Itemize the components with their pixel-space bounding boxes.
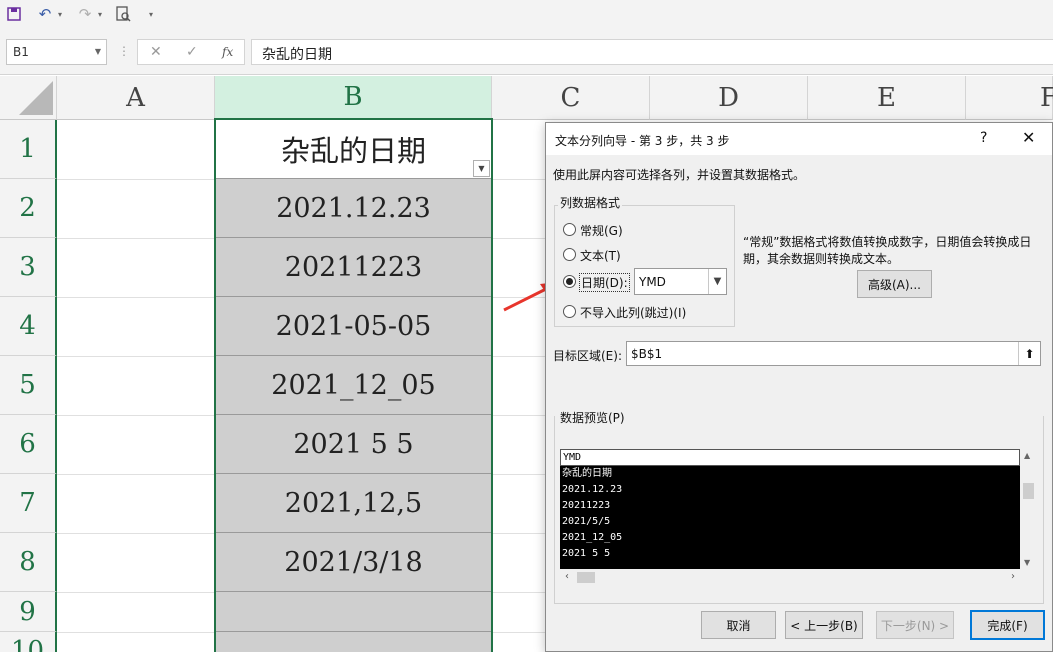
next-button[interactable]: 下一步(N) > <box>876 611 954 639</box>
cell-b4[interactable]: 2021-05-05 <box>215 297 492 356</box>
advanced-button[interactable]: 高级(A)... <box>857 270 932 298</box>
back-button[interactable]: < 上一步(B) <box>785 611 863 639</box>
dialog-instruction: 使用此屏内容可选择各列，并设置其数据格式。 <box>553 168 806 182</box>
date-format-select[interactable]: YMD ▼ <box>634 268 727 295</box>
formula-bar-separator: ⋮ <box>118 44 130 58</box>
scroll-left-icon[interactable]: ‹ <box>565 571 569 582</box>
format-description-line-2: 期，其余数据则转换成文本。 <box>743 252 900 266</box>
cell-b1[interactable]: 杂乱的日期 <box>215 120 492 179</box>
radio-general-label[interactable]: 常规(G) <box>580 222 623 239</box>
dialog-title: 文本分列向导 - 第 3 步，共 3 步 <box>555 134 730 148</box>
row-header-1[interactable]: 1 <box>0 120 57 179</box>
column-header-f[interactable]: F <box>966 76 1053 120</box>
target-area-value: $B$1 <box>631 347 663 361</box>
row-header-9[interactable]: 9 <box>0 592 57 632</box>
preview-row: 20211223 <box>562 500 611 511</box>
target-area-input[interactable]: $B$1 ⬆ <box>626 341 1041 366</box>
column-header-a[interactable]: A <box>57 76 215 120</box>
formula-input[interactable]: 杂乱的日期 <box>251 39 1053 65</box>
data-preview-label: 数据预览(P) <box>558 409 627 426</box>
row-header-5[interactable]: 5 <box>0 356 57 415</box>
check-icon[interactable]: ✓ <box>186 44 198 60</box>
radio-text[interactable] <box>563 248 576 261</box>
quick-access-toolbar: ↶ ▾ ↷ ▾ ▾ <box>0 0 1053 30</box>
filter-dropdown-icon[interactable]: ▼ <box>473 160 490 177</box>
radio-date-label[interactable]: 日期(D): <box>579 273 630 292</box>
gridline <box>492 120 493 652</box>
preview-vertical-scrollbar[interactable]: ▲ ▼ <box>1020 449 1037 569</box>
cell-b7[interactable]: 2021,12,5 <box>215 474 492 533</box>
print-preview-icon[interactable] <box>114 3 132 25</box>
chevron-down-icon[interactable]: ▼ <box>708 269 726 294</box>
row-header-4[interactable]: 4 <box>0 297 57 356</box>
radio-date[interactable] <box>563 275 576 288</box>
preview-column-header[interactable]: YMD <box>560 449 1020 466</box>
row-header-6[interactable]: 6 <box>0 415 57 474</box>
name-box-value: B1 <box>13 45 29 59</box>
help-icon[interactable]: ? <box>980 130 987 146</box>
redo-dropdown-icon[interactable]: ▾ <box>96 3 104 25</box>
scroll-thumb[interactable] <box>1023 483 1034 499</box>
row-header-10[interactable]: 10 <box>0 632 57 652</box>
collapse-dialog-icon[interactable]: ⬆ <box>1018 342 1040 365</box>
preview-row: 2021_12_05 <box>562 532 623 543</box>
column-format-group: 常规(G) 文本(T) 日期(D): 不导入此列(跳过)(I) <box>554 205 735 327</box>
preview-row: 2021.12.23 <box>562 484 623 495</box>
select-all-corner[interactable] <box>0 76 57 120</box>
column-header-d[interactable]: D <box>650 76 808 120</box>
preview-row: 杂乱的日期 <box>562 468 612 479</box>
cell-b10[interactable] <box>215 632 492 652</box>
radio-general[interactable] <box>563 223 576 236</box>
preview-row: 2021 5 5 <box>562 548 611 559</box>
format-description-line-1: “常规”数据格式将数值转换成数字，日期值会转换成日 <box>743 235 1032 249</box>
radio-skip-label[interactable]: 不导入此列(跳过)(I) <box>580 304 686 321</box>
row-header-3[interactable]: 3 <box>0 238 57 297</box>
text-to-columns-dialog: 文本分列向导 - 第 3 步，共 3 步 ? ✕ 使用此屏内容可选择各列，并设置… <box>545 122 1053 652</box>
data-preview-area[interactable]: 杂乱的日期 2021.12.23 20211223 2021/5/5 2021_… <box>560 449 1020 569</box>
column-header-f-label: F <box>1039 82 1053 113</box>
target-area-label: 目标区域(E): <box>553 349 622 363</box>
cell-b5[interactable]: 2021_12_05 <box>215 356 492 415</box>
formula-bar: B1 ▼ ⋮ ✕ ✓ fx 杂乱的日期 <box>0 30 1053 75</box>
insert-function-icon[interactable]: fx <box>222 45 233 59</box>
cell-b8[interactable]: 2021/3/18 <box>215 533 492 592</box>
row-header-7[interactable]: 7 <box>0 474 57 533</box>
scroll-thumb[interactable] <box>577 572 595 583</box>
cell-b9[interactable] <box>215 592 492 632</box>
date-format-value: YMD <box>639 275 666 289</box>
row-header-8[interactable]: 8 <box>0 533 57 592</box>
cell-b3[interactable]: 20211223 <box>215 238 492 297</box>
cancel-button[interactable]: 取消 <box>701 611 776 639</box>
formula-buttons: ✕ ✓ fx <box>137 39 245 65</box>
radio-skip[interactable] <box>563 305 576 318</box>
cancel-icon[interactable]: ✕ <box>150 44 162 60</box>
column-format-group-label: 列数据格式 <box>558 194 623 211</box>
scroll-right-icon[interactable]: › <box>1011 571 1015 582</box>
preview-horizontal-scrollbar[interactable]: ‹ › <box>560 569 1020 586</box>
cell-b2[interactable]: 2021.12.23 <box>215 179 492 238</box>
cell-b6[interactable]: 2021 5 5 <box>215 415 492 474</box>
name-box[interactable]: B1 ▼ <box>6 39 107 65</box>
dialog-titlebar: 文本分列向导 - 第 3 步，共 3 步 ? ✕ <box>546 123 1052 155</box>
chevron-down-icon[interactable]: ▼ <box>95 47 101 56</box>
undo-dropdown-icon[interactable]: ▾ <box>56 3 64 25</box>
scroll-down-icon[interactable]: ▼ <box>1024 558 1030 567</box>
column-header-e[interactable]: E <box>808 76 966 120</box>
column-header-c[interactable]: C <box>492 76 650 120</box>
redo-icon[interactable]: ↷ <box>76 3 94 25</box>
undo-icon[interactable]: ↶ <box>36 3 54 25</box>
customize-toolbar-icon[interactable]: ▾ <box>146 3 156 25</box>
radio-text-label[interactable]: 文本(T) <box>580 247 621 264</box>
close-icon[interactable]: ✕ <box>1022 128 1035 147</box>
preview-row: 2021/5/5 <box>562 516 611 527</box>
save-icon[interactable] <box>6 3 22 25</box>
column-header-b[interactable]: B <box>215 76 492 120</box>
scroll-up-icon[interactable]: ▲ <box>1024 451 1030 460</box>
row-header-2[interactable]: 2 <box>0 179 57 238</box>
finish-button[interactable]: 完成(F) <box>970 610 1045 640</box>
